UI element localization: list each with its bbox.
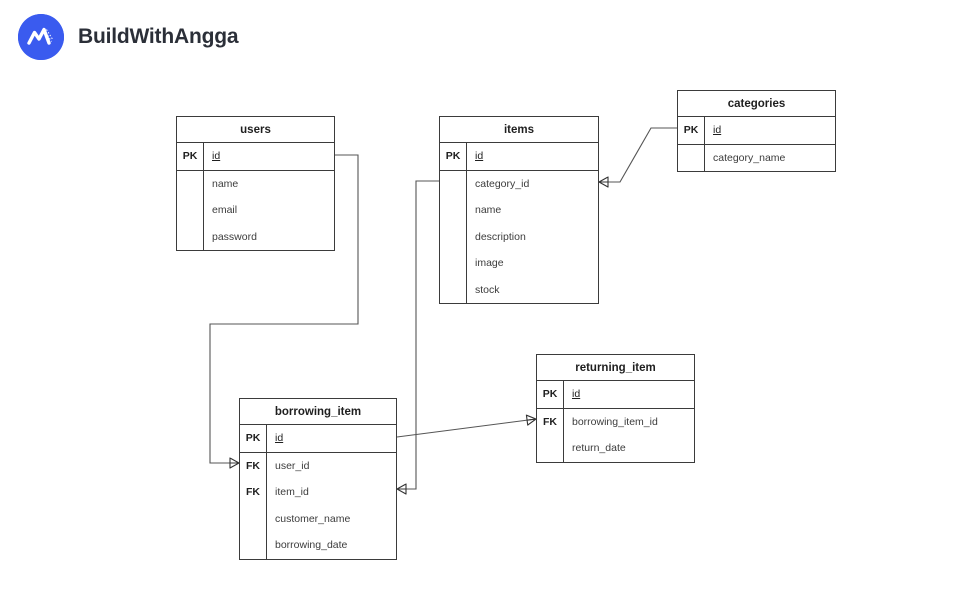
attribute-row[interactable]: description [440, 223, 598, 250]
entity-table-categories[interactable]: categories PK id category_name [677, 90, 836, 172]
key-badge-pk: PK [177, 143, 204, 170]
key-cell-empty [440, 276, 467, 303]
attribute-name: category_id [475, 177, 530, 190]
crowsfoot-many-marker [598, 176, 609, 188]
entity-title-borrowing_item: borrowing_item [274, 405, 362, 418]
primary-key-section: PK id [537, 380, 694, 408]
key-cell-empty [240, 532, 267, 559]
er-diagram-canvas: users PK id name email password items PK id categ… [0, 0, 960, 600]
key-cell-empty [440, 250, 467, 277]
attribute-name: borrowing_date [275, 539, 348, 552]
attribute-row[interactable]: customer_name [240, 505, 396, 532]
primary-key-section: PK id [440, 142, 598, 170]
entity-title-users: users [240, 123, 271, 136]
attribute-row[interactable]: category_id [440, 170, 598, 197]
attribute-name: image [475, 257, 504, 270]
key-badge-pk: PK [678, 117, 705, 144]
key-cell-empty [537, 435, 564, 462]
attribute-row[interactable]: return_date [537, 435, 694, 462]
attributes-section: name email password [177, 169, 334, 250]
key-badge-pk: PK [240, 425, 267, 452]
attribute-row[interactable]: borrowing_date [240, 532, 396, 559]
attribute-name: name [475, 204, 502, 217]
attribute-name: category_name [713, 151, 786, 164]
attribute-name: password [212, 230, 257, 243]
relationship-line-borrowing-item-to-returning-item[interactable] [396, 418, 537, 438]
attributes-section: FK borrowing_item_id return_date [537, 407, 694, 462]
attribute-row[interactable]: FK item_id [240, 479, 396, 506]
attribute-row[interactable]: stock [440, 276, 598, 303]
attribute-row[interactable]: PK id [240, 425, 396, 452]
attribute-name: borrowing_item_id [572, 415, 658, 428]
attribute-name: id [713, 124, 722, 137]
crowsfoot-many-marker [396, 483, 407, 495]
attributes-section: FK user_id FK item_id customer_name borrowing… [240, 451, 396, 559]
primary-key-section: PK id [678, 116, 835, 144]
attribute-name: user_id [275, 459, 310, 472]
key-badge-pk: PK [537, 381, 564, 408]
entity-table-returning_item[interactable]: returning_item PK id FK borrowing_item_idret… [536, 354, 695, 463]
attribute-row[interactable]: name [177, 170, 334, 197]
attribute-row[interactable]: name [440, 197, 598, 224]
attribute-name: description [475, 230, 526, 243]
attribute-name: id [212, 150, 221, 163]
entity-table-users[interactable]: users PK id name email password [176, 116, 335, 251]
key-cell-empty [240, 505, 267, 532]
attribute-name: stock [475, 283, 500, 296]
key-badge-fk: FK [240, 452, 267, 479]
entity-title-items: items [503, 123, 535, 136]
attribute-row[interactable]: image [440, 250, 598, 277]
crowsfoot-many-marker [229, 457, 240, 469]
key-cell-empty [440, 170, 467, 197]
relationship-line-items-to-borrowing-item[interactable] [397, 180, 439, 490]
attributes-section: category_idname description image stock [440, 169, 598, 303]
key-badge-pk: PK [440, 143, 467, 170]
key-cell-empty [177, 197, 204, 224]
attributes-section: category_name [678, 143, 835, 171]
attribute-row[interactable]: PK id [440, 143, 598, 170]
attribute-row[interactable]: PK id [537, 381, 694, 408]
entity-title-categories: categories [727, 97, 786, 110]
entity-table-items[interactable]: items PK id category_idname description image… [439, 116, 599, 304]
attribute-name: id [572, 388, 581, 401]
key-cell-empty [678, 144, 705, 171]
primary-key-section: PK id [177, 142, 334, 170]
attribute-name: id [475, 150, 484, 163]
attribute-name: id [275, 432, 284, 445]
attribute-row[interactable]: password [177, 223, 334, 250]
attribute-row[interactable]: category_name [678, 144, 835, 171]
attribute-name: email [212, 204, 238, 217]
attribute-name: customer_name [275, 512, 351, 525]
key-badge-fk: FK [537, 408, 564, 435]
entity-table-borrowing_item[interactable]: borrowing_item PK id FK user_id FK item_idcust… [239, 398, 397, 560]
key-cell-empty [440, 223, 467, 250]
attribute-name: name [212, 177, 239, 190]
key-cell-empty [177, 223, 204, 250]
attribute-name: item_id [275, 486, 309, 499]
attribute-row[interactable]: FK borrowing_item_id [537, 408, 694, 435]
attribute-row[interactable]: PK id [678, 117, 835, 144]
key-cell-empty [177, 170, 204, 197]
attribute-row[interactable]: FK user_id [240, 452, 396, 479]
attribute-row[interactable]: PK id [177, 143, 334, 170]
primary-key-section: PK id [240, 424, 396, 452]
key-cell-empty [440, 197, 467, 224]
relationship-line-categories-to-items[interactable] [599, 127, 677, 183]
key-badge-fk: FK [240, 479, 267, 506]
attribute-row[interactable]: email [177, 197, 334, 224]
entity-title-returning_item: returning_item [575, 361, 656, 374]
attribute-name: return_date [572, 442, 626, 455]
